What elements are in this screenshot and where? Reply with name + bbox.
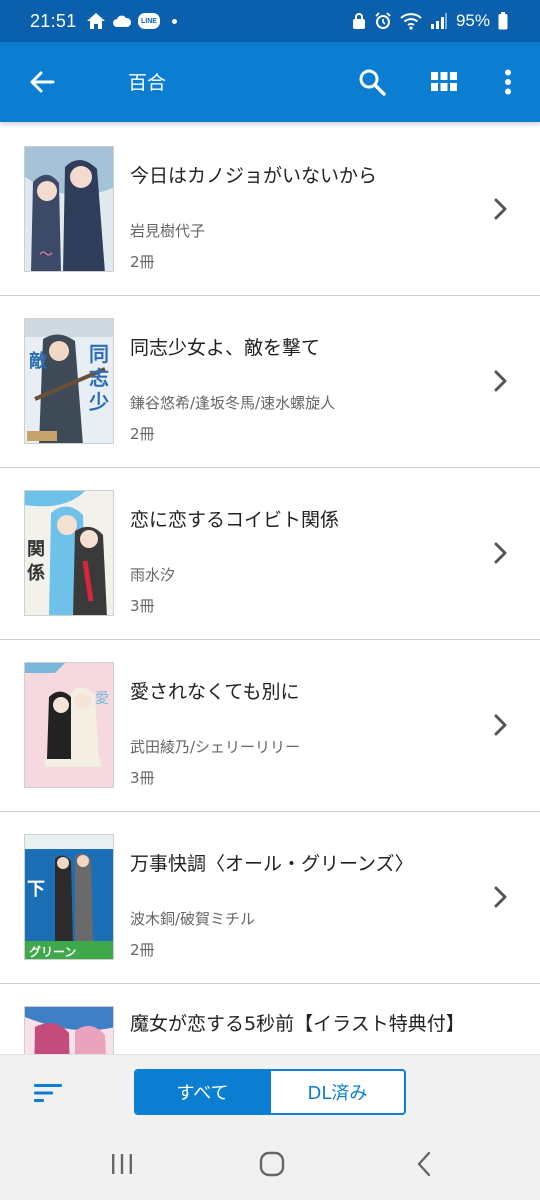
book-volume-count: 2冊 bbox=[130, 941, 155, 959]
more-options-button[interactable] bbox=[488, 62, 528, 102]
page-title: 百合 bbox=[128, 72, 167, 94]
lock-notification-icon bbox=[352, 13, 365, 29]
grid-view-icon bbox=[431, 72, 457, 91]
more-vert-icon bbox=[505, 69, 511, 95]
battery-percent: 95% bbox=[455, 11, 490, 30]
home-status-icon bbox=[87, 13, 105, 29]
grid-view-button[interactable] bbox=[424, 62, 464, 102]
signal-icon bbox=[430, 13, 447, 29]
search-button[interactable] bbox=[352, 62, 392, 102]
book-cover: 関 係 bbox=[24, 490, 114, 616]
book-cover: 同 志 少 敵 bbox=[24, 318, 114, 444]
battery-icon bbox=[498, 12, 508, 30]
book-row[interactable]: 同 志 少 敵 同志少女よ、敵を撃て 鎌谷悠希/逢坂冬馬/速水螺旋人 2冊 bbox=[0, 296, 540, 468]
nav-back-icon bbox=[417, 1151, 431, 1177]
sort-icon bbox=[34, 1084, 62, 1102]
arrow-left-icon bbox=[30, 71, 55, 93]
filter-all-tab[interactable]: すべて bbox=[136, 1071, 269, 1113]
app-bar: 百合 bbox=[0, 42, 540, 122]
book-title: 愛されなくても別に bbox=[130, 681, 300, 703]
book-title: 万事快調〈オール・グリーンズ〉 bbox=[130, 853, 414, 875]
svg-text:同: 同 bbox=[89, 342, 109, 366]
chevron-right-icon[interactable] bbox=[488, 196, 514, 222]
recent-apps-icon bbox=[112, 1154, 132, 1174]
svg-text:愛: 愛 bbox=[95, 691, 109, 707]
cloud-icon bbox=[113, 15, 132, 27]
book-volume-count: 3冊 bbox=[130, 769, 155, 787]
svg-text:関: 関 bbox=[27, 539, 45, 560]
book-author: 鎌谷悠希/逢坂冬馬/速水螺旋人 bbox=[130, 394, 336, 412]
chevron-right-icon[interactable] bbox=[488, 884, 514, 910]
sort-button[interactable] bbox=[28, 1075, 68, 1111]
chevron-right-icon[interactable] bbox=[488, 712, 514, 738]
book-cover: 〜 bbox=[24, 146, 114, 272]
book-list: 〜 今日はカノジョがいないから 岩見樹代子 2冊 同 志 少 敵 同志少女よ、敵… bbox=[0, 124, 540, 1054]
svg-text:敵: 敵 bbox=[29, 350, 48, 372]
alarm-icon bbox=[375, 12, 391, 29]
line-app-icon: LINE bbox=[138, 13, 160, 29]
book-cover: 下 グリーン bbox=[24, 834, 114, 960]
book-row[interactable]: 愛 愛されなくても別に 武田綾乃/シェリーリリー 3冊 bbox=[0, 640, 540, 812]
book-cover: 愛 bbox=[24, 662, 114, 788]
svg-text:グリーン: グリーン bbox=[29, 944, 76, 959]
status-bar: 21:51 LINE 95% bbox=[0, 0, 540, 42]
book-volume-count: 2冊 bbox=[130, 425, 155, 443]
svg-text:少: 少 bbox=[88, 390, 109, 414]
status-system-icons: 95% bbox=[352, 10, 508, 32]
filter-bar: すべて DL済み bbox=[0, 1054, 540, 1128]
book-author: 波木銅/破賀ミチル bbox=[130, 910, 256, 928]
book-row[interactable]: 魔女が恋する5秒前【イラスト特典付】 bbox=[0, 984, 540, 1054]
filter-downloaded-tab[interactable]: DL済み bbox=[269, 1071, 404, 1113]
svg-text:〜: 〜 bbox=[39, 247, 53, 263]
status-notification-icons: LINE bbox=[86, 10, 177, 32]
recent-apps-button[interactable] bbox=[102, 1148, 142, 1180]
more-notifications-dot bbox=[172, 18, 177, 24]
book-author: 雨水汐 bbox=[130, 566, 176, 584]
wifi-icon bbox=[400, 13, 422, 30]
book-row[interactable]: 関 係 恋に恋するコイビト関係 雨水汐 3冊 bbox=[0, 468, 540, 640]
svg-text:下: 下 bbox=[27, 879, 45, 900]
filter-segmented-control: すべて DL済み bbox=[134, 1069, 406, 1115]
book-title: 今日はカノジョがいないから bbox=[130, 165, 378, 187]
book-volume-count: 3冊 bbox=[130, 597, 155, 615]
system-nav-bar bbox=[0, 1128, 540, 1200]
back-button[interactable] bbox=[22, 62, 62, 102]
book-author: 武田綾乃/シェリーリリー bbox=[130, 738, 301, 756]
system-back-button[interactable] bbox=[404, 1148, 444, 1180]
search-icon bbox=[359, 69, 386, 96]
book-title: 魔女が恋する5秒前【イラスト特典付】 bbox=[130, 1013, 465, 1035]
book-author: 岩見樹代子 bbox=[130, 222, 206, 240]
home-button[interactable] bbox=[252, 1148, 292, 1180]
book-row[interactable]: 下 グリーン 万事快調〈オール・グリーンズ〉 波木銅/破賀ミチル 2冊 bbox=[0, 812, 540, 984]
book-title: 同志少女よ、敵を撃て bbox=[130, 337, 321, 359]
home-icon bbox=[259, 1151, 285, 1177]
book-title: 恋に恋するコイビト関係 bbox=[130, 509, 340, 531]
book-cover bbox=[24, 1006, 114, 1054]
book-volume-count: 2冊 bbox=[130, 253, 155, 271]
svg-text:志: 志 bbox=[89, 366, 109, 390]
status-time: 21:51 bbox=[30, 11, 77, 31]
chevron-right-icon[interactable] bbox=[488, 368, 514, 394]
chevron-right-icon[interactable] bbox=[488, 540, 514, 566]
svg-text:係: 係 bbox=[27, 562, 45, 584]
book-row[interactable]: 〜 今日はカノジョがいないから 岩見樹代子 2冊 bbox=[0, 124, 540, 296]
